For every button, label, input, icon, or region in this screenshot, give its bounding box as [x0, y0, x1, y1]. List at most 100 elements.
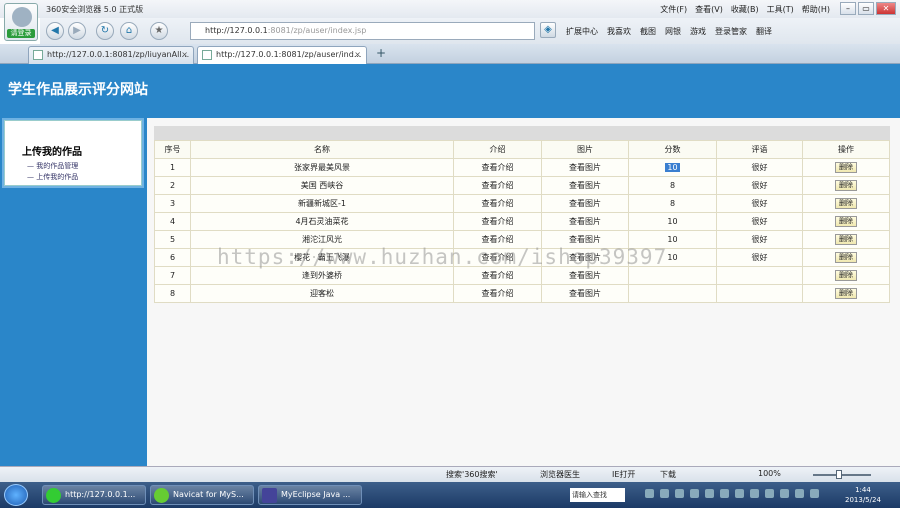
tray-icon[interactable] [690, 489, 699, 498]
menu-heading: 上传我的作品 [22, 147, 82, 158]
clock[interactable]: 1:44 2013/5/24 [845, 485, 881, 505]
intro-link[interactable]: 查看介绍 [453, 176, 542, 195]
close-button[interactable]: ✕ [876, 2, 896, 15]
table-row: 1 张家界最美风景 查看介绍 查看图片 10 很好 删除 [154, 158, 890, 177]
status-ie-open[interactable]: IE打开 [612, 469, 635, 480]
tool-screenshot[interactable]: 截图 [640, 26, 656, 37]
delete-button[interactable]: 删除 [835, 234, 857, 245]
image-link[interactable]: 查看图片 [541, 158, 629, 177]
tray-icon[interactable] [810, 489, 819, 498]
intro-link[interactable]: 查看介绍 [453, 266, 542, 285]
cell-name: 张家界最美风景 [190, 158, 454, 177]
taskbar-myeclipse[interactable]: MyEclipse Java ... [258, 485, 362, 505]
ime-search-input[interactable]: 请输入查找 [570, 488, 625, 502]
start-button[interactable] [4, 484, 28, 506]
cell-score: 10 [628, 158, 717, 177]
cell-action: 删除 [802, 158, 890, 177]
menu-favorites[interactable]: 收藏(B) [731, 4, 759, 15]
intro-link[interactable]: 查看介绍 [453, 158, 542, 177]
address-input[interactable]: http://127.0.0.1:8081/zp/auser/index.jsp [190, 22, 535, 40]
browser-logo[interactable]: 请登录 [4, 3, 38, 41]
refresh-icon[interactable]: ↻ [96, 22, 114, 40]
tool-login-manager[interactable]: 登录管家 [715, 26, 747, 37]
intro-link[interactable]: 查看介绍 [453, 194, 542, 213]
delete-button[interactable]: 删除 [835, 288, 857, 299]
delete-button[interactable]: 删除 [835, 162, 857, 173]
back-icon[interactable]: ◀ [46, 22, 64, 40]
status-doctor[interactable]: 浏览器医生 [540, 469, 580, 480]
cell-comment: 很好 [716, 212, 803, 231]
url-path: :8081/zp/auser/index.jsp [267, 26, 367, 35]
clock-date: 2013/5/24 [845, 496, 881, 504]
page-icon [33, 50, 43, 60]
tool-games[interactable]: 游戏 [690, 26, 706, 37]
delete-button[interactable]: 删除 [835, 216, 857, 227]
zoom-slider-knob[interactable] [836, 470, 842, 479]
tray-icon[interactable] [645, 489, 654, 498]
intro-link[interactable]: 查看介绍 [453, 284, 542, 303]
tray-icon[interactable] [780, 489, 789, 498]
tray-icon[interactable] [660, 489, 669, 498]
menu-help[interactable]: 帮助(H) [802, 4, 830, 15]
avatar-icon [12, 7, 32, 27]
tray-icon[interactable] [735, 489, 744, 498]
cell-name: 美国 西峡谷 [190, 176, 454, 195]
status-search[interactable]: 搜索'360搜索' [446, 469, 498, 480]
browser-icon [46, 488, 61, 503]
tool-translate[interactable]: 翻译 [756, 26, 772, 37]
home-icon[interactable]: ⌂ [120, 22, 138, 40]
menu-link-upload[interactable]: — 上传我的作品 [27, 172, 78, 182]
cell-score: 10 [628, 212, 717, 231]
status-download[interactable]: 下载 [660, 469, 676, 480]
tool-like[interactable]: 我喜欢 [607, 26, 631, 37]
taskbar-navicat[interactable]: Navicat for MyS... [150, 485, 254, 505]
cell-score [628, 284, 717, 303]
delete-button[interactable]: 删除 [835, 180, 857, 191]
menu-view[interactable]: 查看(V) [695, 4, 723, 15]
minimize-button[interactable]: – [840, 2, 856, 15]
maximize-button[interactable]: ▭ [858, 2, 874, 15]
favorite-star-icon[interactable]: ★ [150, 22, 168, 40]
works-table: 序号 名称 介绍 图片 分数 评语 操作 1 张家界最美风景 查看介绍 查看图片 10 很… [154, 140, 890, 303]
table-row: 8 迎客松 查看介绍 查看图片 删除 [154, 284, 890, 303]
tool-extensions[interactable]: 扩展中心 [566, 26, 598, 37]
delete-button[interactable]: 删除 [835, 270, 857, 281]
tab-close-icon[interactable]: × [181, 47, 188, 63]
zoom-slider-track[interactable] [813, 474, 871, 476]
tray-icon[interactable] [705, 489, 714, 498]
table-row: 3 新疆新城区-1 查看介绍 查看图片 8 很好 删除 [154, 194, 890, 213]
cell-comment [716, 284, 803, 303]
new-tab-button[interactable]: + [372, 47, 390, 62]
tab-liuyan[interactable]: http://127.0.0.1:8081/zp/liuyanAll... × [28, 46, 194, 64]
tray-icon[interactable] [795, 489, 804, 498]
delete-button[interactable]: 删除 [835, 198, 857, 209]
col-no: 序号 [154, 140, 191, 159]
delete-button[interactable]: 删除 [835, 252, 857, 263]
image-link[interactable]: 查看图片 [541, 266, 629, 285]
tray-icon[interactable] [675, 489, 684, 498]
forward-icon[interactable]: ▶ [68, 22, 86, 40]
window-controls: – ▭ ✕ [840, 2, 896, 15]
tray-icon[interactable] [750, 489, 759, 498]
tray-icon[interactable] [765, 489, 774, 498]
status-zoom[interactable]: 100% [758, 469, 781, 478]
tab-auser[interactable]: http://127.0.0.1:8081/zp/auser/ind... × [197, 46, 367, 64]
col-name: 名称 [190, 140, 454, 159]
image-link[interactable]: 查看图片 [541, 212, 629, 231]
shield-icon[interactable]: ◈ [540, 22, 556, 38]
taskbar-browser[interactable]: http://127.0.0.1... [42, 485, 146, 505]
image-link[interactable]: 查看图片 [541, 176, 629, 195]
cell-comment: 很好 [716, 158, 803, 177]
cell-comment: 很好 [716, 248, 803, 267]
intro-link[interactable]: 查看介绍 [453, 212, 542, 231]
menu-tools[interactable]: 工具(T) [767, 4, 794, 15]
menu-file[interactable]: 文件(F) [660, 4, 687, 15]
cell-no: 4 [154, 212, 191, 231]
tray-icon[interactable] [720, 489, 729, 498]
image-link[interactable]: 查看图片 [541, 194, 629, 213]
menu-link-my-works[interactable]: — 我的作品管理 [27, 161, 78, 171]
tool-bank[interactable]: 网银 [665, 26, 681, 37]
menu-bar: 文件(F) 查看(V) 收藏(B) 工具(T) 帮助(H) [660, 4, 830, 15]
image-link[interactable]: 查看图片 [541, 284, 629, 303]
tab-close-icon[interactable]: × [354, 47, 361, 63]
